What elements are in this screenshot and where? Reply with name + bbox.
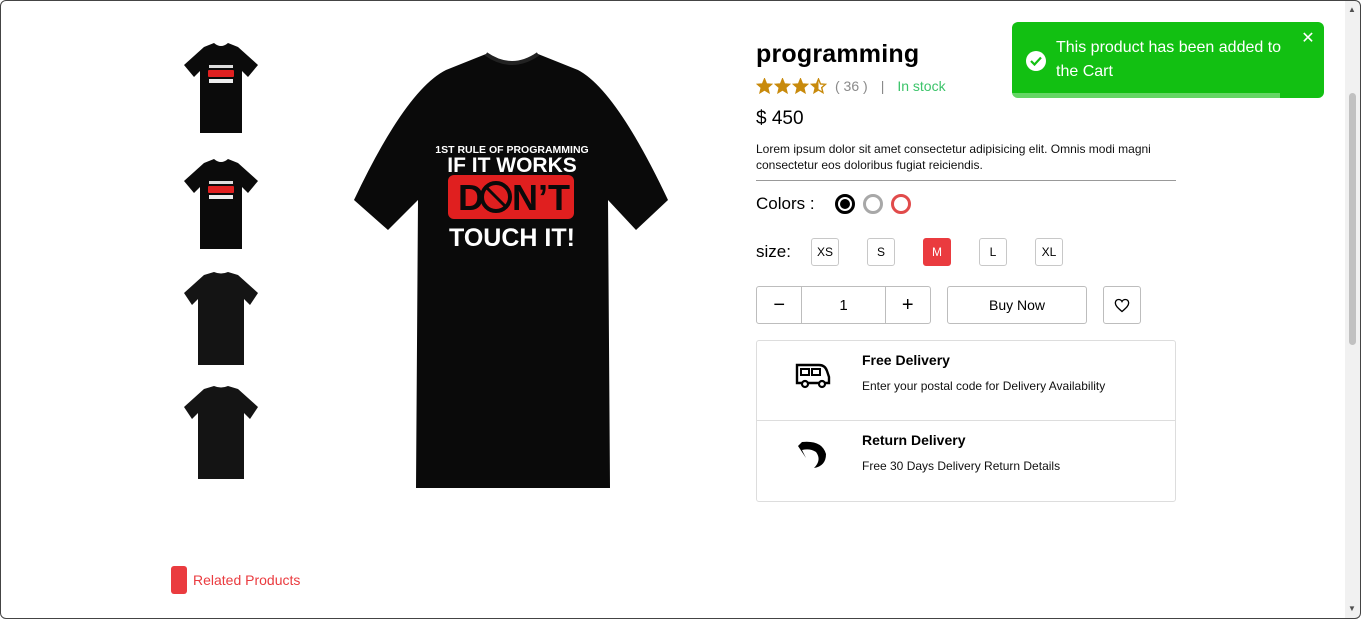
- colors-row: Colors :: [756, 194, 919, 214]
- star-full-icon: [774, 78, 791, 94]
- buy-now-button[interactable]: Buy Now: [947, 286, 1087, 324]
- main-product-image: 1ST RULE OF PROGRAMMING IF IT WORKS D N’…: [346, 40, 678, 500]
- tshirt-thumbnail-front: [184, 43, 258, 133]
- delivery-info-box: Free Delivery Enter your postal code for…: [756, 340, 1176, 502]
- return-icon: [793, 433, 833, 473]
- size-row: size: XS S M L XL: [756, 238, 1091, 266]
- shirt-print-line4: TOUCH IT!: [449, 224, 575, 252]
- size-option-m[interactable]: M: [922, 238, 951, 266]
- check-circle-icon: [1026, 51, 1046, 71]
- delivery-title-return: Return Delivery: [862, 432, 966, 448]
- scroll-down-arrow[interactable]: ▼: [1348, 604, 1356, 613]
- thumbnail-back-1[interactable]: [171, 262, 271, 372]
- shirt-print-line3-post: N’T: [512, 177, 570, 218]
- colors-label: Colors :: [756, 194, 815, 213]
- star-full-icon: [756, 78, 773, 94]
- tshirt-image: 1ST RULE OF PROGRAMMING IF IT WORKS D N’…: [354, 52, 668, 488]
- color-swatch-inner: [867, 199, 878, 209]
- truck-icon: [793, 355, 833, 395]
- details-divider: [756, 180, 1176, 181]
- tshirt-thumbnail-back: [184, 386, 258, 479]
- product-title: programming: [756, 40, 920, 68]
- size-option-l[interactable]: L: [978, 238, 1007, 266]
- color-swatch-inner: [895, 199, 906, 209]
- delivery-subtitle-return: Free 30 Days Delivery Return Details: [862, 459, 1061, 473]
- size-label: size:: [756, 242, 791, 261]
- quantity-stepper: − 1 +: [756, 286, 931, 324]
- star-full-icon: [792, 78, 809, 94]
- size-option-xl[interactable]: XL: [1034, 238, 1063, 266]
- tshirt-thumbnail-back: [184, 272, 258, 365]
- color-option-red[interactable]: [890, 194, 911, 214]
- rating-separator: |: [880, 78, 885, 94]
- related-products-label: Related Products: [193, 572, 301, 588]
- rating-stars: [756, 78, 827, 94]
- rating-row: ( 36 ) | In stock: [756, 76, 946, 96]
- stock-status: In stock: [897, 78, 946, 94]
- delivery-item-return: Return Delivery Free 30 Days Delivery Re…: [757, 421, 1175, 501]
- toast-message: This product has been added to the Cart: [1056, 39, 1282, 80]
- size-option-xs[interactable]: XS: [810, 238, 839, 266]
- delivery-subtitle-free: Enter your postal code for Delivery Avai…: [862, 379, 1106, 393]
- wishlist-button[interactable]: [1103, 286, 1141, 324]
- quantity-decrease-button[interactable]: −: [757, 287, 801, 323]
- tshirt-thumbnail-front: [184, 159, 258, 249]
- size-options: XS S M L XL: [810, 238, 1091, 266]
- thumbnail-front-1[interactable]: [171, 30, 271, 140]
- product-price: $ 450: [756, 108, 804, 129]
- scrollbar[interactable]: ▲ ▼: [1345, 1, 1360, 618]
- thumbnail-back-2[interactable]: [171, 376, 271, 486]
- color-option-gray[interactable]: [862, 194, 883, 214]
- close-icon[interactable]: ✕: [1301, 28, 1315, 48]
- related-products-accent: [171, 566, 187, 594]
- related-products-header: Related Products: [171, 566, 300, 594]
- scroll-up-arrow[interactable]: ▲: [1348, 5, 1356, 14]
- delivery-item-free: Free Delivery Enter your postal code for…: [757, 341, 1175, 421]
- star-half-icon: [810, 78, 827, 94]
- toast-notification: This product has been added to the Cart …: [1012, 22, 1324, 98]
- scrollbar-thumb[interactable]: [1349, 93, 1356, 345]
- review-count: ( 36 ): [835, 78, 868, 94]
- thumbnail-front-2[interactable]: [171, 146, 271, 256]
- color-option-black[interactable]: [834, 194, 855, 214]
- product-description: Lorem ipsum dolor sit amet consectetur a…: [756, 142, 1151, 172]
- color-swatch-inner: [839, 199, 850, 209]
- delivery-title-free: Free Delivery: [862, 352, 950, 368]
- color-options: [834, 194, 919, 214]
- shirt-print-line2: IF IT WORKS: [447, 154, 577, 177]
- toast-progress-bar: [1012, 93, 1281, 98]
- quantity-value[interactable]: 1: [801, 287, 886, 323]
- quantity-increase-button[interactable]: +: [886, 287, 930, 323]
- size-option-s[interactable]: S: [866, 238, 895, 266]
- heart-icon: [1114, 298, 1130, 312]
